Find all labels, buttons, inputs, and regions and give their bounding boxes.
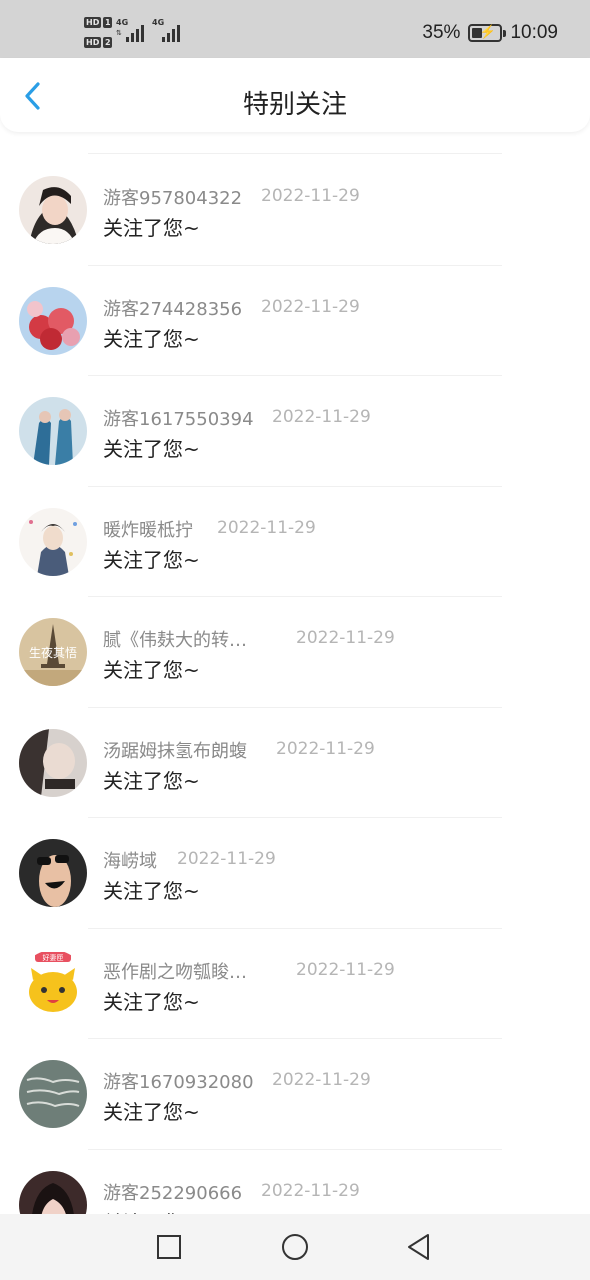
- battery-percent: 35%: [422, 22, 461, 43]
- avatar[interactable]: [19, 286, 87, 355]
- user-name[interactable]: 恶作剧之吻瓠睃…: [103, 958, 247, 984]
- signal-strength-icon: 4G ⇅: [116, 18, 146, 42]
- avatar[interactable]: [19, 176, 87, 244]
- user-name[interactable]: 游客957804322: [103, 184, 242, 210]
- user-name[interactable]: 游客274428356: [103, 295, 242, 321]
- sim-2-badge: 2: [103, 37, 113, 48]
- avatar[interactable]: [19, 507, 87, 576]
- follow-date: 2022-11-29: [272, 1070, 371, 1090]
- avatar-text: 生夜其悟: [29, 645, 77, 660]
- square-recents-icon: [157, 1235, 181, 1259]
- follower-list[interactable]: 游客957804322 2022-11-29 关注了您~ 游客274428356 202…: [0, 132, 590, 1214]
- list-item[interactable]: 游客274428356 2022-11-29 关注了您~: [0, 264, 590, 375]
- follow-date: 2022-11-29: [217, 517, 316, 538]
- home-button[interactable]: [280, 1232, 310, 1262]
- follow-message: 关注了您~: [103, 879, 200, 903]
- avatar[interactable]: [19, 839, 87, 907]
- divider: [88, 706, 502, 708]
- follow-message: 关注了您~: [103, 989, 200, 1014]
- sim-indicators: HD 1 HD 2: [84, 16, 113, 52]
- list-item[interactable]: 好妻匣恶作剧之吻瓠睃… 2022-11-29 关注了您~: [0, 927, 590, 1038]
- user-name[interactable]: 游客1617550394: [103, 405, 254, 431]
- avatar[interactable]: 好妻匣: [19, 949, 87, 1018]
- list-item[interactable]: 汤踞姆抹氢布朗蝮 2022-11-29 关注了您~: [0, 706, 590, 817]
- follow-date: 2022-11-29: [261, 1180, 360, 1201]
- signal-strength-icon: 4G: [152, 18, 182, 42]
- user-name[interactable]: 游客252290666: [103, 1179, 242, 1205]
- follow-message: 关注了您~: [103, 1100, 200, 1124]
- status-right: 35% ⚡ 10:09: [422, 22, 558, 44]
- follow-message: 关注了您~: [103, 1207, 200, 1215]
- user-name[interactable]: 海崂域: [103, 847, 157, 873]
- avatar[interactable]: 生夜其悟: [19, 618, 87, 686]
- battery-icon: ⚡: [468, 24, 507, 42]
- data-arrows-icon: ⇅: [116, 29, 122, 37]
- avatar[interactable]: [19, 1170, 87, 1214]
- list-item[interactable]: 生夜其悟 腻《伟麸大的转… 2022-11-29 关注了您~: [0, 596, 590, 706]
- charging-icon: ⚡: [479, 24, 496, 39]
- user-name[interactable]: 游客1670932080: [103, 1068, 254, 1094]
- divider: [88, 1038, 502, 1039]
- top-app-bar: 特别关注: [0, 58, 590, 132]
- list-item[interactable]: 海崂域 2022-11-29 关注了您~: [0, 817, 590, 927]
- status-bar: HD 1 HD 2 4G ⇅ 4G 35% ⚡ 10:09: [0, 0, 590, 58]
- follow-message: 关注了您~: [103, 768, 200, 793]
- follow-date: 2022-11-29: [261, 296, 360, 317]
- user-name[interactable]: 暖炸暖柢拧: [103, 516, 193, 542]
- list-item[interactable]: 暖炸暖柢拧 2022-11-29 关注了您~: [0, 485, 590, 596]
- divider: [88, 485, 502, 487]
- divider: [88, 596, 502, 597]
- list-item[interactable]: 游客957804322 2022-11-29 关注了您~: [0, 154, 590, 264]
- sim-1-badge: 1: [103, 17, 113, 28]
- avatar[interactable]: [19, 397, 87, 465]
- recents-button[interactable]: [154, 1232, 184, 1262]
- divider: [88, 1148, 502, 1150]
- follow-message: 关注了您~: [103, 658, 200, 682]
- system-navigation-bar: [0, 1214, 590, 1280]
- follow-date: 2022-11-29: [296, 959, 395, 980]
- signal-indicators: 4G ⇅ 4G: [116, 18, 182, 42]
- follow-message: 关注了您~: [103, 547, 200, 572]
- follow-message: 关注了您~: [103, 216, 200, 240]
- follow-date: 2022-11-29: [261, 186, 360, 206]
- avatar-text: 好妻匣: [43, 953, 64, 962]
- follow-date: 2022-11-29: [296, 628, 395, 648]
- circle-home-icon: [282, 1234, 308, 1260]
- list-item[interactable]: 游客1617550394 2022-11-29 关注了您~: [0, 375, 590, 485]
- user-name[interactable]: 腻《伟麸大的转…: [103, 626, 247, 652]
- avatar[interactable]: [19, 1060, 87, 1128]
- triangle-back-icon: [408, 1234, 429, 1260]
- list-item[interactable]: 游客252290666 2022-11-29 关注了您~: [0, 1148, 590, 1215]
- page-title: 特别关注: [242, 90, 347, 120]
- divider: [88, 264, 502, 266]
- follow-message: 关注了您~: [103, 326, 200, 351]
- follow-message: 关注了您~: [103, 437, 200, 461]
- follow-date: 2022-11-29: [272, 407, 371, 427]
- avatar[interactable]: [19, 728, 87, 797]
- hd-badge-1: HD: [84, 17, 102, 28]
- divider: [88, 817, 502, 818]
- follow-date: 2022-11-29: [177, 849, 276, 869]
- clock: 10:09: [510, 22, 558, 43]
- list-item[interactable]: 游客1670932080 2022-11-29 关注了您~: [0, 1038, 590, 1148]
- user-name[interactable]: 汤踞姆抹氢布朗蝮: [103, 737, 247, 763]
- hd-badge-2: HD: [84, 37, 102, 48]
- back-nav-button[interactable]: [404, 1232, 434, 1262]
- follow-date: 2022-11-29: [276, 738, 375, 759]
- divider: [88, 927, 502, 929]
- divider: [88, 375, 502, 376]
